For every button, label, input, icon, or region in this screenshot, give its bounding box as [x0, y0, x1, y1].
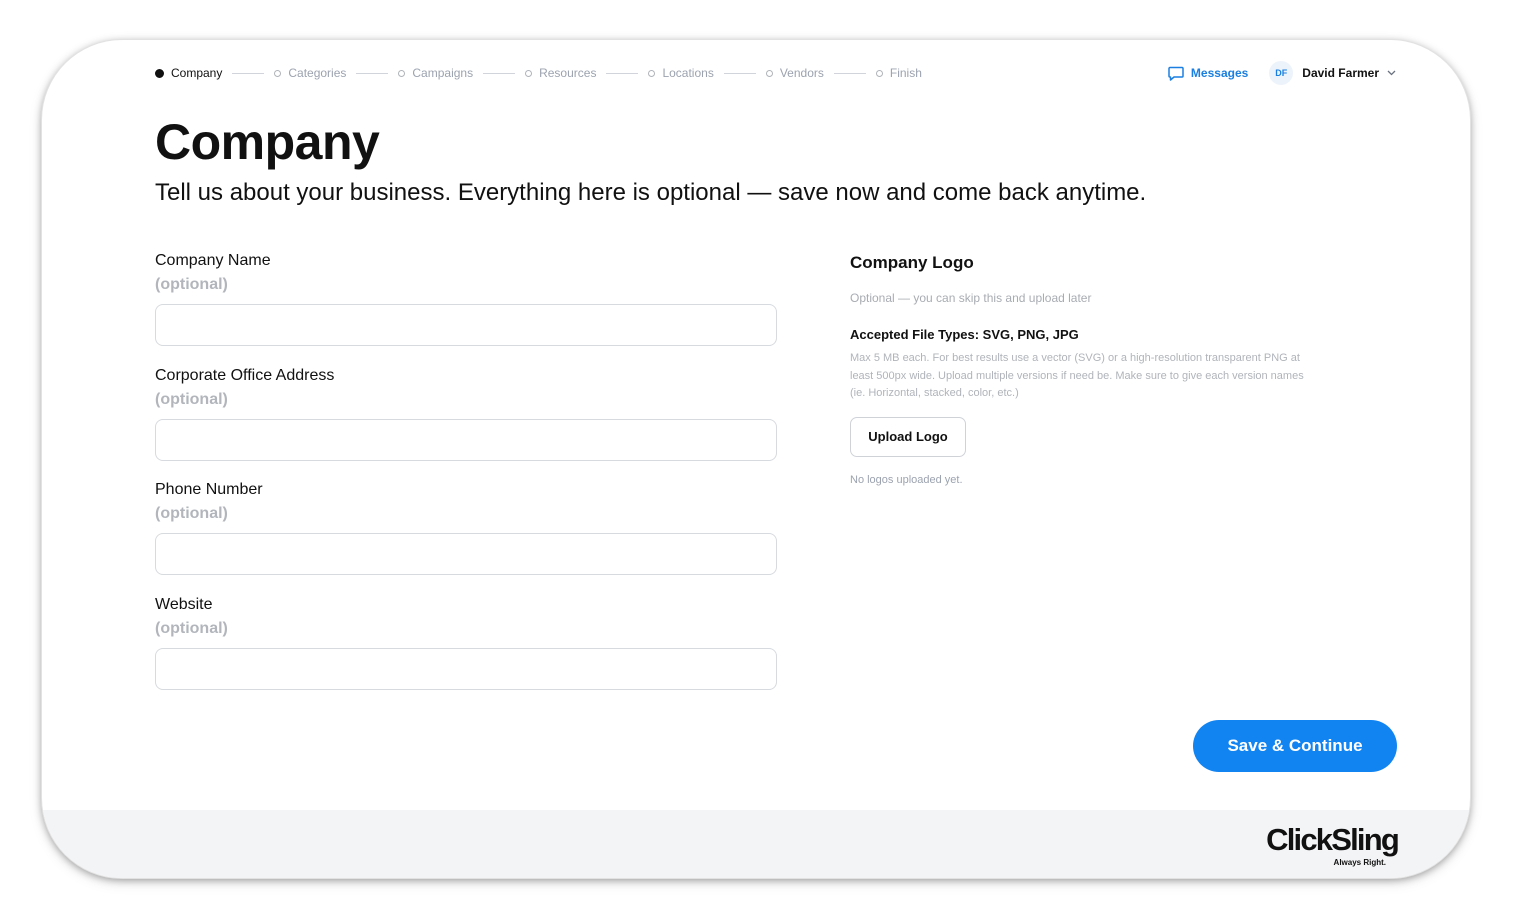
progress-stepper: Company Categories Campaigns Resources L… [155, 66, 922, 80]
optional-hint: (optional) [155, 276, 228, 293]
step-categories[interactable]: Categories [274, 66, 346, 80]
brand-logo: ClickSling Always Right. [1266, 822, 1400, 868]
logo-optional-note: Optional — you can skip this and upload … [850, 291, 1092, 305]
app-window: Company Categories Campaigns Resources L… [42, 40, 1470, 878]
chat-bubble-icon [1168, 66, 1184, 81]
brand-name: ClickSling [1266, 822, 1400, 857]
hollow-circle-icon [525, 69, 533, 77]
step-connector [723, 72, 756, 74]
messages-label: Messages [1190, 66, 1249, 80]
user-menu[interactable]: DF David Farmer [1269, 61, 1396, 85]
logo-description: Max 5 MB each. For best results use a ve… [850, 352, 1304, 400]
page-subtitle: Tell us about your business. Everything … [155, 179, 1147, 206]
step-label: Categories [288, 66, 347, 80]
field-label: Company Name [155, 252, 271, 269]
field-label: Corporate Office Address [155, 366, 335, 384]
hollow-circle-icon [648, 69, 656, 77]
hollow-circle-icon [274, 69, 282, 77]
step-connector [606, 72, 639, 74]
filled-dot-icon [155, 68, 164, 78]
phone-number-input[interactable] [155, 533, 777, 575]
optional-hint: (optional) [155, 505, 228, 522]
field-label: Website [155, 595, 213, 613]
page-title: Company [155, 114, 380, 170]
hollow-circle-icon [875, 69, 883, 77]
field-label: Phone Number [155, 481, 263, 498]
office-address-input[interactable] [155, 418, 777, 461]
avatar: DF [1269, 61, 1294, 85]
step-label: Locations [662, 66, 714, 80]
step-connector [232, 72, 265, 74]
logo-status: No logos uploaded yet. [850, 473, 963, 486]
company-form: Company Name (optional) Corporate Office… [155, 250, 777, 708]
user-name: David Farmer [1302, 66, 1379, 80]
footer: ClickSling Always Right. [42, 810, 1470, 878]
optional-hint: (optional) [155, 619, 228, 637]
save-continue-button[interactable]: Save & Continue [1193, 720, 1397, 772]
website-field: Website (optional) [155, 594, 777, 709]
hollow-circle-icon [398, 69, 406, 77]
step-campaigns[interactable]: Campaigns [398, 66, 473, 80]
step-resources[interactable]: Resources [525, 66, 596, 80]
step-company[interactable]: Company [155, 66, 222, 80]
messages-link[interactable]: Messages [1168, 66, 1248, 81]
optional-hint: (optional) [155, 390, 228, 408]
chevron-down-icon [1387, 70, 1396, 76]
company-name-input[interactable] [155, 304, 777, 346]
step-vendors[interactable]: Vendors [765, 66, 824, 80]
step-label: Resources [539, 66, 597, 80]
company-name-field: Company Name (optional) [155, 250, 777, 365]
logo-panel: Company Logo Optional — you can skip thi… [850, 252, 1320, 486]
logo-title: Company Logo [850, 253, 974, 272]
step-label: Company [171, 66, 223, 80]
step-finish[interactable]: Finish [875, 66, 922, 80]
brand-tagline: Always Right. [1333, 858, 1386, 867]
step-label: Finish [889, 66, 922, 80]
step-connector [356, 72, 389, 74]
hollow-circle-icon [765, 69, 773, 77]
step-label: Campaigns [412, 66, 474, 80]
website-input[interactable] [155, 647, 777, 690]
phone-number-field: Phone Number (optional) [155, 479, 777, 594]
step-locations[interactable]: Locations [648, 66, 714, 80]
header-actions: Messages DF David Farmer [1168, 60, 1396, 86]
step-connector [483, 72, 516, 74]
office-address-field: Corporate Office Address (optional) [155, 365, 777, 480]
upload-logo-button[interactable]: Upload Logo [850, 416, 966, 457]
logo-file-types: Accepted File Types: SVG, PNG, JPG [850, 327, 1079, 342]
step-label: Vendors [779, 66, 824, 80]
step-connector [833, 72, 866, 74]
